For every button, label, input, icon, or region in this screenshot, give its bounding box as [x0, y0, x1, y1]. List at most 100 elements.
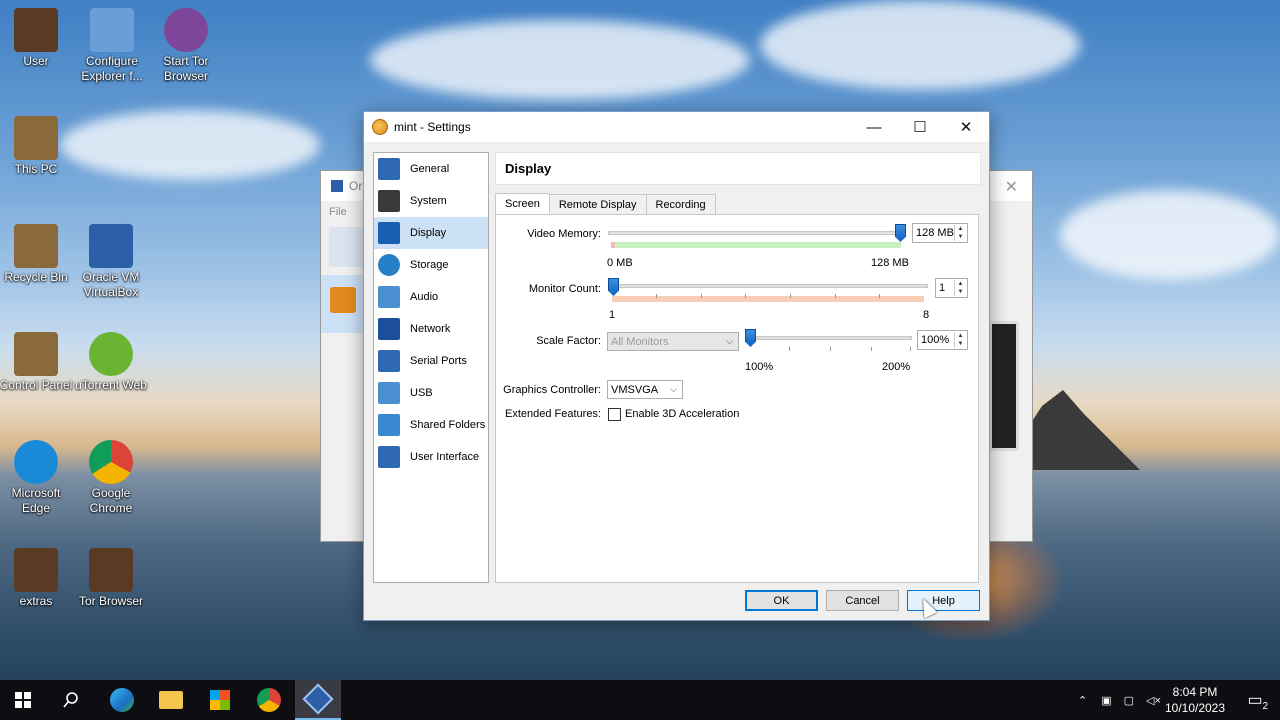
cloud — [1060, 190, 1280, 280]
sidebar-item-usb[interactable]: USB — [374, 377, 488, 409]
monitor-count-scale — [612, 296, 924, 302]
clock[interactable]: 8:04 PM 10/10/2023 — [1160, 684, 1230, 716]
settings-content: Display Screen Remote Display Recording … — [495, 152, 981, 583]
chevron-up-icon[interactable]: ⌃ — [1078, 694, 1087, 707]
close-icon[interactable]: ✕ — [1005, 177, 1018, 197]
tick — [790, 294, 791, 298]
ok-button[interactable]: OK — [745, 590, 818, 611]
notification-icon: ▭ — [1247, 692, 1263, 709]
monitor-count-slider-thumb[interactable] — [608, 278, 619, 296]
utorrent-icon — [89, 332, 133, 376]
virtualbox-icon — [89, 224, 133, 268]
taskbar-virtualbox[interactable] — [295, 680, 341, 720]
sidebar-item-serial-ports[interactable]: Serial Ports — [374, 345, 488, 377]
tick — [871, 347, 872, 351]
sidebar-item-display[interactable]: Display — [374, 217, 488, 249]
monitor-count-min-label: 1 — [609, 309, 616, 321]
tick — [745, 294, 746, 298]
speaker-muted-icon[interactable]: ◁× — [1146, 694, 1161, 707]
tick — [789, 347, 790, 351]
monitor-count-spinbox[interactable]: 1 ▲ ▼ — [935, 278, 968, 298]
clock-time: 8:04 PM — [1172, 685, 1218, 699]
sidebar-item-general[interactable]: General — [374, 153, 488, 185]
sidebar-item-user-interface[interactable]: User Interface — [374, 441, 488, 473]
close-button[interactable]: ✕ — [943, 112, 989, 142]
window-icon — [378, 446, 400, 468]
tick — [879, 294, 880, 298]
extended-features-label: Extended Features: — [504, 408, 601, 420]
edge-icon — [110, 688, 134, 712]
scale-factor-slider-thumb[interactable] — [745, 329, 756, 347]
cancel-button[interactable]: Cancel — [826, 590, 899, 611]
desktop-icon-recycle-bin[interactable]: Recycle Bin — [0, 224, 74, 285]
edge-icon — [14, 440, 58, 484]
taskbar-store[interactable] — [197, 680, 243, 720]
chrome-icon — [257, 688, 281, 712]
vm-list-item[interactable] — [321, 275, 365, 333]
serial-port-icon — [378, 350, 400, 372]
vm-preview — [989, 321, 1019, 451]
taskbar: ⌃ ▣ ▢ ◁× 8:04 PM 10/10/2023 ▭ 2 — [0, 680, 1280, 720]
minimize-button[interactable]: — — [851, 112, 897, 142]
display-icon[interactable]: ▢ — [1124, 694, 1134, 707]
folder-icon — [159, 691, 183, 709]
sidebar-item-audio[interactable]: Audio — [374, 281, 488, 313]
network-icon[interactable]: ▣ — [1101, 694, 1111, 707]
virtualbox-settings-icon — [372, 119, 388, 135]
spin-arrows-icon[interactable]: ▲ ▼ — [954, 332, 966, 348]
tor-folder-icon — [89, 548, 133, 592]
desktop-icon-chrome[interactable]: Google Chrome — [73, 440, 149, 516]
desktop-icon-start-tor[interactable]: Start Tor Browser — [148, 8, 224, 84]
start-button[interactable] — [0, 680, 46, 720]
search-icon — [63, 692, 78, 708]
maximize-button[interactable]: ☐ — [897, 112, 943, 142]
linux-os-icon — [330, 287, 356, 313]
video-memory-spinbox[interactable]: 128 MB ▲ ▼ — [912, 223, 968, 243]
scale-factor-spinbox[interactable]: 100% ▲ ▼ — [917, 330, 968, 350]
taskbar-file-explorer[interactable] — [148, 680, 194, 720]
windows-logo-icon — [15, 692, 31, 708]
scale-factor-track[interactable] — [748, 336, 912, 340]
desktop-icon-virtualbox[interactable]: Oracle VM VirtualBox — [73, 224, 149, 300]
disk-icon — [378, 254, 400, 276]
taskbar-edge[interactable] — [99, 680, 145, 720]
sidebar-item-network[interactable]: Network — [374, 313, 488, 345]
sidebar-item-storage[interactable]: Storage — [374, 249, 488, 281]
notification-badge: 2 — [1262, 701, 1268, 712]
settings-dialog[interactable]: mint - Settings — ☐ ✕ General System Dis… — [363, 111, 990, 621]
chevron-down-icon: ⌵ — [726, 336, 733, 346]
enable-3d-checkbox[interactable] — [608, 408, 621, 421]
search-button[interactable] — [48, 680, 94, 720]
speaker-icon — [378, 286, 400, 308]
spin-arrows-icon[interactable]: ▲ ▼ — [954, 225, 966, 241]
desktop-icon-configure-explorer[interactable]: Configure Explorer f... — [74, 8, 150, 84]
tick — [656, 294, 657, 298]
monitor-count-track[interactable] — [610, 284, 928, 288]
tick — [835, 294, 836, 298]
usb-icon — [378, 382, 400, 404]
spin-arrows-icon[interactable]: ▲ ▼ — [954, 280, 966, 296]
video-memory-slider-thumb[interactable] — [895, 224, 906, 242]
desktop-icon-this-pc[interactable]: This PC — [0, 116, 74, 177]
sidebar-item-shared-folders[interactable]: Shared Folders — [374, 409, 488, 441]
scale-factor-max-label: 200% — [882, 361, 911, 373]
dialog-title: mint - Settings — [394, 120, 471, 134]
desktop-icon-extras[interactable]: extras — [0, 548, 74, 609]
enable-3d-label[interactable]: Enable 3D Acceleration — [625, 408, 739, 420]
desktop-icon-control-panel[interactable]: Control Panel — [0, 332, 74, 393]
desktop-icon-tor-browser[interactable]: Tor Browser — [73, 548, 149, 609]
graphics-controller-combo[interactable]: VMSVGA ⌵ — [607, 380, 683, 399]
sidebar-item-system[interactable]: System — [374, 185, 488, 217]
desktop-icon-edge[interactable]: Microsoft Edge — [0, 440, 74, 516]
tab-screen[interactable]: Screen — [495, 193, 550, 214]
notification-button[interactable]: ▭ 2 — [1232, 680, 1278, 720]
network-icon — [378, 318, 400, 340]
tab-remote-display[interactable]: Remote Display — [548, 194, 647, 214]
taskbar-chrome[interactable] — [246, 680, 292, 720]
desktop-icon-utorrent[interactable]: uTorrent Web — [73, 332, 149, 393]
tab-recording[interactable]: Recording — [645, 194, 716, 214]
desktop-icon-user[interactable]: User — [0, 8, 74, 69]
chip-icon — [378, 190, 400, 212]
video-memory-track[interactable] — [608, 231, 902, 235]
tick — [830, 347, 831, 351]
